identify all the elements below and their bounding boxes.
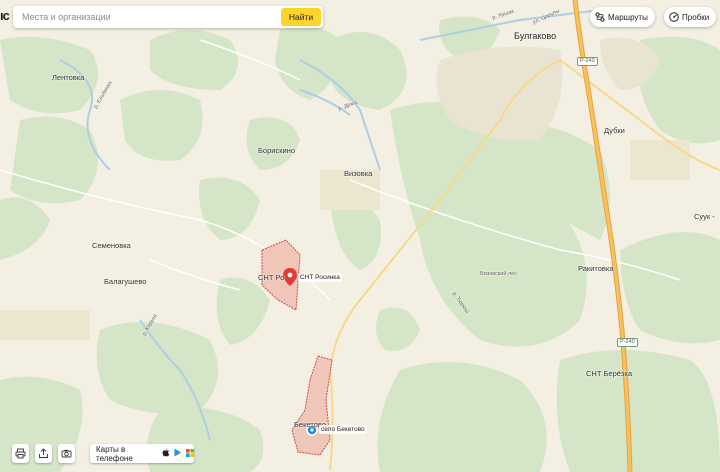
camera-icon[interactable]: [58, 444, 75, 463]
bottom-toolbar: [12, 444, 75, 463]
settlement-label: Булгаково: [514, 31, 557, 41]
routes-button[interactable]: Маршруты: [590, 7, 655, 27]
settlement-label: Семеновка: [92, 241, 131, 250]
routes-label: Маршруты: [608, 12, 648, 22]
search-input[interactable]: [13, 6, 285, 28]
map-canvas[interactable]: [0, 0, 720, 472]
poi-label[interactable]: село Бекетово: [319, 425, 367, 434]
brand-logo: ıс: [0, 8, 10, 23]
settlement-label: СНТ Ро: [258, 273, 285, 282]
settlement-label: Дубки: [604, 126, 625, 135]
settlement-label: Лентовка: [52, 73, 85, 82]
road-shield: Р-240: [577, 57, 598, 66]
settlement-label: Борискино: [258, 146, 295, 155]
find-button[interactable]: Найти: [281, 8, 321, 26]
mobile-apps-button[interactable]: Карты в телефоне: [90, 444, 194, 463]
settlement-label: Балагушево: [104, 277, 147, 286]
forest-label: Визовский лес: [480, 271, 517, 277]
apple-icon: [162, 448, 170, 459]
settlement-label: Суук -: [694, 212, 715, 221]
traffic-icon: [669, 12, 679, 22]
road-shield: Р-240: [617, 338, 638, 347]
settlement-label: Визовка: [344, 169, 373, 178]
route-icon: [595, 12, 605, 22]
poi-label[interactable]: СНТ Росинка: [298, 273, 342, 282]
search-bar: Найти: [13, 6, 323, 28]
traffic-label: Пробки: [682, 12, 710, 22]
settlement-label: Ракитовка: [578, 264, 614, 273]
traffic-button[interactable]: Пробки: [664, 7, 717, 27]
google-play-icon: [174, 448, 182, 459]
windows-icon: [186, 448, 194, 459]
apps-label: Карты в телефоне: [96, 444, 133, 463]
settlement-label: СНТ Берёзка: [586, 369, 632, 378]
print-icon[interactable]: [12, 444, 29, 463]
share-icon[interactable]: [35, 444, 52, 463]
